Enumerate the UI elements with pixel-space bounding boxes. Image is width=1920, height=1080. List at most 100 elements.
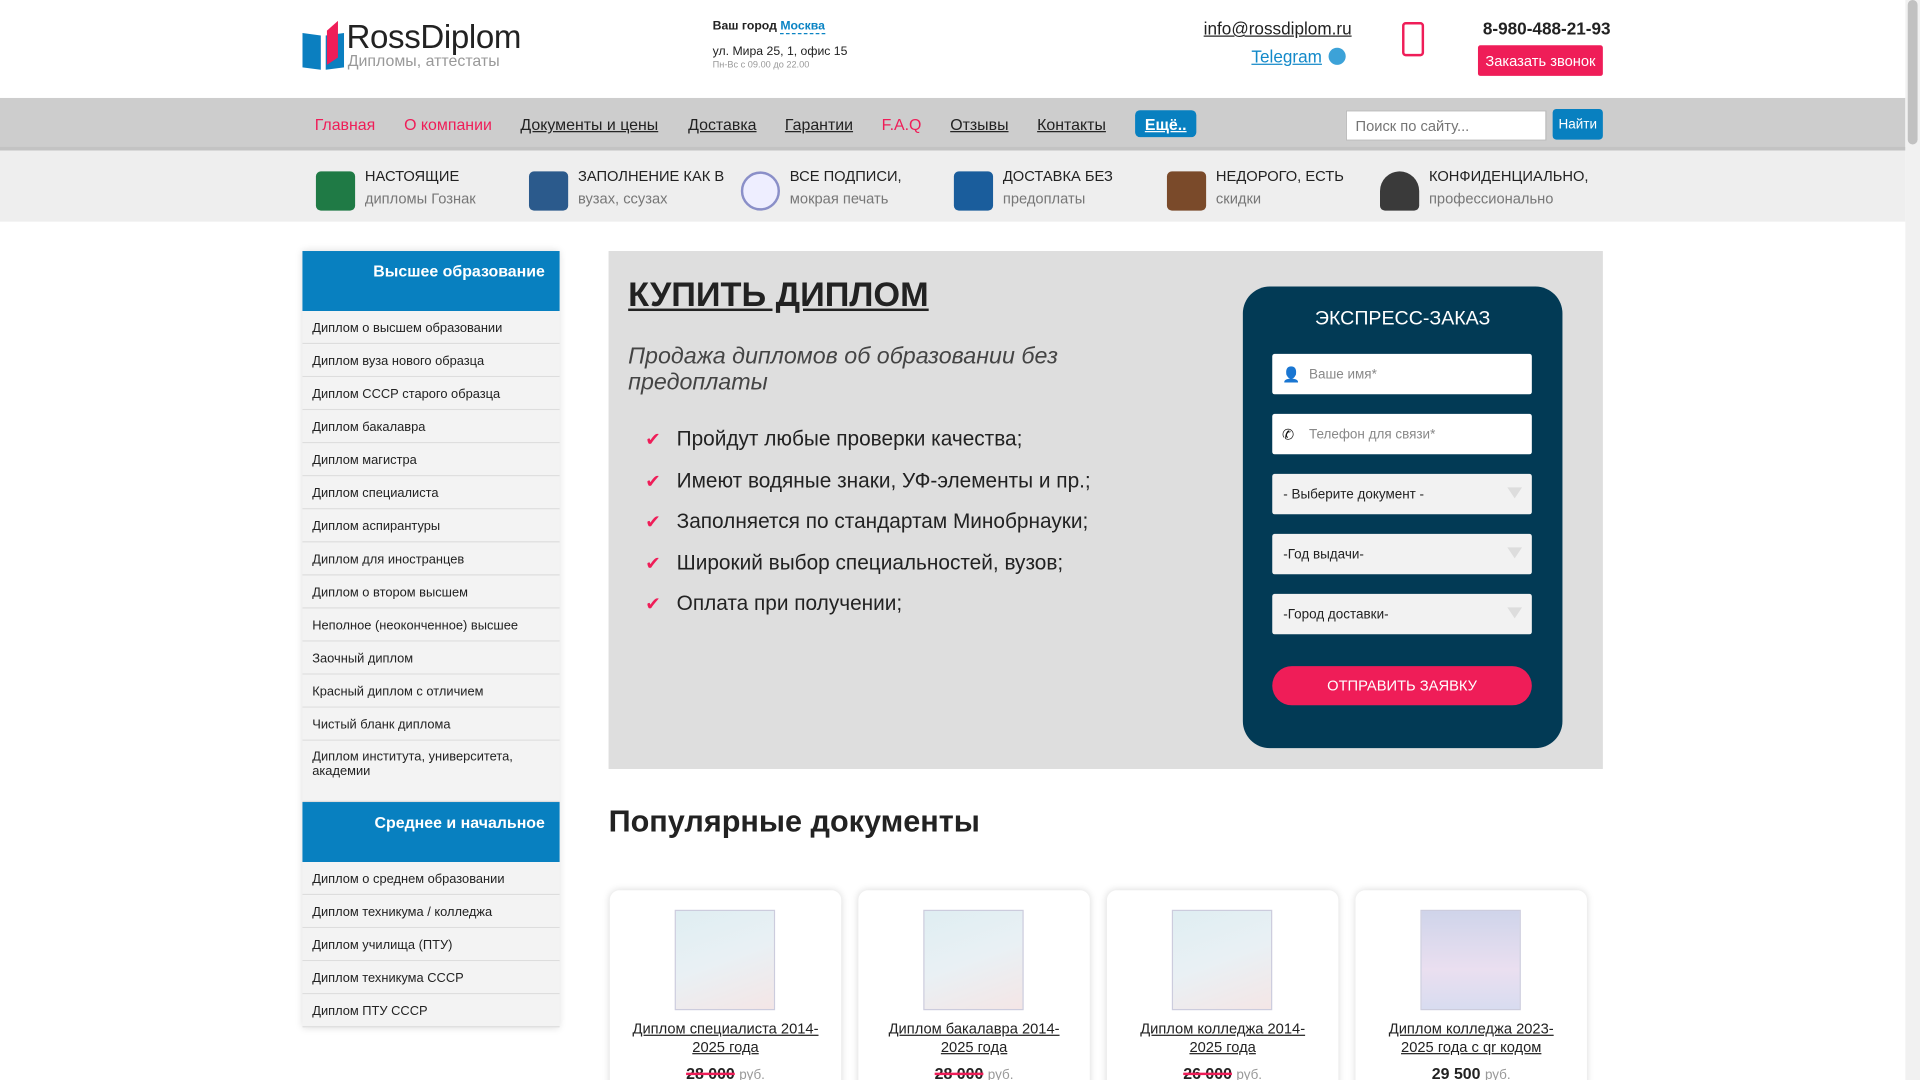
product-name[interactable]: Диплом бакалавра 2014-2025 года <box>876 1020 1073 1057</box>
price-currency: руб. <box>739 1067 765 1080</box>
feature-title: Заполнение как в <box>577 167 725 185</box>
city-link[interactable]: Москва <box>780 19 825 35</box>
check-icon: ✔ <box>645 593 661 615</box>
bullet-text: Заполняется по стандартам Минобрнауки; <box>676 509 1089 533</box>
product-card[interactable]: Диплом колледжа 2023-2025 года с qr кодо… <box>1355 890 1587 1080</box>
price-currency: руб. <box>987 1067 1014 1080</box>
product-card[interactable]: Диплом бакалавра 2014-2025 года 28 000 ру… <box>858 890 1090 1080</box>
feature-title: Настоящие <box>364 167 460 185</box>
check-icon: ✔ <box>645 429 661 451</box>
product-card[interactable]: Диплом специалиста 2014-2025 года 28 000 … <box>609 890 842 1080</box>
sidebar-link[interactable]: Заочный диплом <box>302 641 560 675</box>
sidebar: Высшее образование Диплом о высшем образ… <box>302 251 560 1028</box>
nav-contacts[interactable]: Контакты <box>1037 115 1106 133</box>
city-value: -Город доставки- <box>1283 606 1389 622</box>
hours: Пн-Вс с 09.00 до 22.00 <box>712 58 810 70</box>
product-name[interactable]: Диплом колледжа 2023-2025 года с qr кодо… <box>1373 1020 1570 1057</box>
feature-text: предоплаты <box>1002 189 1086 207</box>
check-icon: ✔ <box>645 553 661 575</box>
main-nav: Главная О компании Документы и цены Дост… <box>0 97 1906 151</box>
scrollbar-thumb[interactable] <box>1907 0 1918 145</box>
product-card[interactable]: Диплом колледжа 2014-2025 года 26 000 руб… <box>1106 890 1339 1080</box>
nav-home[interactable]: Главная <box>315 115 376 133</box>
product-image[interactable] <box>1171 909 1273 1011</box>
logo[interactable]: RossDiplom Дипломы, аттестаты <box>302 18 522 72</box>
search-input[interactable] <box>1345 110 1547 141</box>
product-name[interactable]: Диплом специалиста 2014-2025 года <box>627 1020 824 1057</box>
sidebar-link[interactable]: Диплом о втором высшем <box>302 575 560 609</box>
document-select[interactable]: - Выберите документ - <box>1272 473 1532 515</box>
year-select[interactable]: -Год выдачи- <box>1272 533 1532 575</box>
express-order-form: ЭКСПРЕСС-ЗАКАЗ 👤 Ваше имя* ✆ Телефон для с… <box>1242 286 1563 749</box>
product-price: 28 000 руб. <box>610 1064 841 1080</box>
sidebar-link[interactable]: Диплом ПТУ СССР <box>302 994 560 1028</box>
bullet-item: ✔ Широкий выбор специальностей, вузов; <box>645 551 1063 575</box>
sidebar-link[interactable]: Диплом техникума / колледжа <box>302 895 560 929</box>
name-input[interactable]: 👤 Ваше имя* <box>1272 353 1532 395</box>
city-label: Ваш город <box>712 19 777 34</box>
price-currency: руб. <box>1484 1067 1511 1080</box>
sidebar-link[interactable]: Диплом для иностранцев <box>302 542 560 576</box>
phone-number[interactable]: 8-980-488-21-93 <box>1483 18 1611 38</box>
feature-item: Все подписи, мокрая печать <box>740 165 902 211</box>
sidebar-link[interactable]: Диплом вуза нового образца <box>302 344 560 378</box>
telegram-link[interactable]: Telegram <box>1251 47 1346 66</box>
check-icon: ✔ <box>645 511 661 533</box>
nav-reviews[interactable]: Отзывы <box>950 115 1008 133</box>
feature-text: вузах, ссузах <box>577 189 668 207</box>
features-bar: Настоящие дипломы Гознак Заполнение как в… <box>0 150 1906 222</box>
nav-documents[interactable]: Документы и цены <box>520 115 658 133</box>
bullet-text: Имеют водяные знаки, УФ-элементы и пр.; <box>676 468 1091 493</box>
sidebar-heading-middle: Среднее и начальное <box>302 802 560 863</box>
search-button[interactable]: Найти <box>1552 108 1603 140</box>
feature-item: Конфиденциально, профессионально <box>1380 165 1588 211</box>
form-title: ЭКСПРЕСС-ЗАКАЗ <box>1314 308 1491 330</box>
sidebar-link[interactable]: Диплом бакалавра <box>302 410 560 444</box>
price-value: 26 000 <box>1183 1064 1232 1080</box>
nav-faq[interactable]: F.A.Q <box>882 115 922 133</box>
bullet-item: ✔ Заполняется по стандартам Минобрнауки; <box>645 509 1088 533</box>
callback-button[interactable]: Заказать звонок <box>1477 45 1603 76</box>
nav-more-button[interactable]: Ещё.. <box>1135 110 1197 138</box>
nav-delivery[interactable]: Доставка <box>688 115 756 133</box>
stamp-icon <box>740 171 781 211</box>
name-placeholder: Ваше имя* <box>1308 366 1377 382</box>
sidebar-link[interactable]: Диплом о высшем образовании <box>302 311 560 345</box>
product-image[interactable] <box>1420 909 1521 1011</box>
popular-heading: Популярные документы <box>608 804 980 839</box>
scrollbar[interactable] <box>1905 0 1920 1080</box>
sidebar-link[interactable]: Красный диплом с отличием <box>302 674 560 708</box>
phone-icon: ✆ <box>1282 425 1295 443</box>
bullet-item: ✔ Оплата при получении; <box>645 591 902 615</box>
phone-input[interactable]: ✆ Телефон для связи* <box>1272 413 1532 455</box>
price-value: 28 000 <box>934 1064 984 1080</box>
hero-title[interactable]: КУПИТЬ ДИПЛОМ <box>628 276 929 315</box>
nav-guarantees[interactable]: Гарантии <box>785 115 853 133</box>
email-link[interactable]: info@rossdiplom.ru <box>1204 18 1352 38</box>
sidebar-link[interactable]: Диплом института, университета, академии <box>302 740 560 803</box>
price-value: 29 500 <box>1431 1064 1481 1080</box>
product-image[interactable] <box>923 909 1024 1011</box>
product-price: 29 500 руб. <box>1356 1064 1587 1080</box>
sidebar-link[interactable]: Диплом техникума СССР <box>302 961 560 995</box>
feature-title: Все подписи, <box>789 167 902 185</box>
bullet-text: Оплата при получении; <box>676 591 903 615</box>
feature-text: скидки <box>1215 189 1262 207</box>
sidebar-link[interactable]: Диплом о среднем образовании <box>302 862 560 896</box>
product-image[interactable] <box>674 909 776 1011</box>
sidebar-link[interactable]: Диплом училища (ПТУ) <box>302 928 560 962</box>
product-name[interactable]: Диплом колледжа 2014-2025 года <box>1124 1020 1321 1057</box>
submit-button[interactable]: ОТПРАВИТЬ ЗАЯВКУ <box>1272 666 1532 706</box>
sidebar-link[interactable]: Диплом аспирантуры <box>302 509 560 543</box>
sidebar-link[interactable]: Диплом магистра <box>302 443 560 477</box>
sidebar-link[interactable]: Неполное (неоконченное) высшее <box>302 608 560 642</box>
bullet-item: ✔ Имеют водяные знаки, УФ-элементы и пр.; <box>645 469 1090 493</box>
feature-item: Недорого, есть скидки <box>1166 165 1344 211</box>
city-select[interactable]: -Город доставки- <box>1272 593 1532 635</box>
nav-about[interactable]: О компании <box>404 115 492 133</box>
document-fill-icon <box>528 171 569 211</box>
sidebar-link[interactable]: Диплом СССР старого образца <box>302 377 560 411</box>
sidebar-link[interactable]: Чистый бланк диплома <box>302 707 560 741</box>
feature-item: Заполнение как в вузах, ссузах <box>528 165 725 211</box>
sidebar-link[interactable]: Диплом специалиста <box>302 476 560 510</box>
